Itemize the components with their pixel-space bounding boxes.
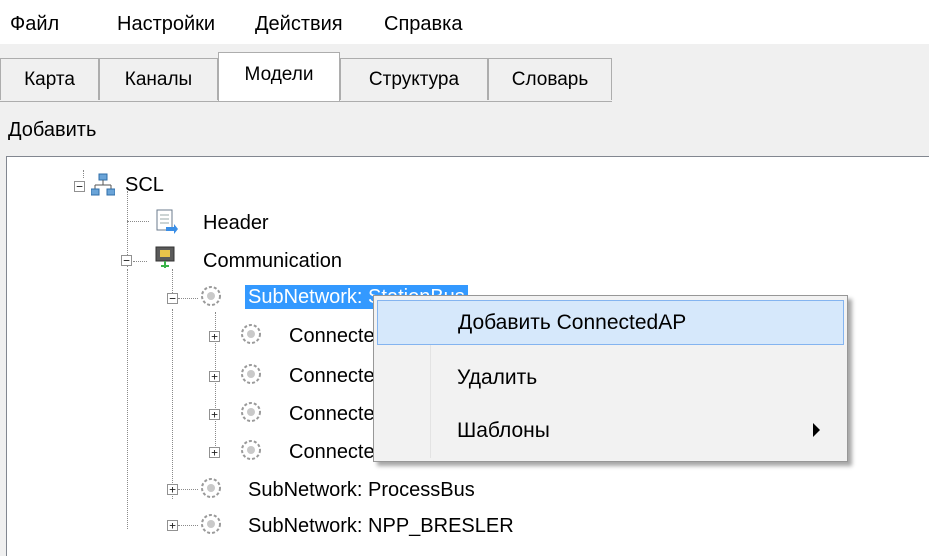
menu-item-label: Добавить ConnectedAP — [458, 311, 687, 334]
subnetwork-icon — [201, 286, 221, 306]
collapse-toggle[interactable]: − — [74, 181, 85, 192]
tree-node-communication[interactable]: Communication — [203, 249, 342, 273]
subnetwork-icon — [241, 364, 261, 384]
tree-connector — [178, 525, 198, 526]
menu-item-label: Шаблоны — [457, 419, 550, 442]
tab-models[interactable]: Модели — [218, 52, 340, 101]
tree-node-scl[interactable]: SCL — [125, 173, 164, 197]
submenu-arrow-icon — [813, 423, 820, 437]
tab-channels[interactable]: Каналы — [99, 58, 218, 100]
menu-file[interactable]: Файл — [10, 12, 59, 36]
menu-help[interactable]: Справка — [384, 12, 462, 36]
tree-connector — [127, 221, 149, 222]
subnetwork-icon — [241, 324, 261, 344]
expand-toggle[interactable]: + — [209, 331, 220, 342]
menu-item-add-connectedap[interactable]: Добавить ConnectedAP — [377, 300, 844, 345]
tree-connector — [172, 309, 173, 499]
tree-connector — [127, 269, 128, 529]
subnetwork-icon — [201, 478, 221, 498]
tab-structure[interactable]: Структура — [340, 58, 488, 100]
tree-node-header[interactable]: Header — [203, 211, 269, 235]
menu-item-label: Удалить — [457, 366, 538, 389]
menu-item-delete[interactable]: Удалить — [377, 356, 844, 401]
network-icon — [91, 173, 115, 196]
toolbar: Добавить — [0, 102, 929, 156]
tab-map[interactable]: Карта — [0, 58, 99, 100]
tab-dictionary[interactable]: Словарь — [488, 58, 612, 100]
expand-toggle[interactable]: + — [209, 409, 220, 420]
ethernet-port-icon — [155, 246, 175, 268]
expand-toggle[interactable]: + — [167, 484, 178, 495]
expand-toggle[interactable]: + — [167, 520, 178, 531]
collapse-toggle[interactable]: − — [121, 255, 132, 266]
document-icon — [156, 209, 178, 234]
tree-connector — [133, 261, 147, 262]
menu-item-templates[interactable]: Шаблоны — [377, 409, 844, 454]
tree-node-subnetwork-processbus[interactable]: SubNetwork: ProcessBus — [248, 478, 475, 502]
subnetwork-icon — [241, 440, 261, 460]
subnetwork-icon — [241, 402, 261, 422]
tree-node-subnetwork-npp-bresler[interactable]: SubNetwork: NPP_BRESLER — [248, 514, 514, 538]
menu-bar: Файл Настройки Действия Справка — [0, 0, 929, 44]
expand-toggle[interactable]: + — [209, 371, 220, 382]
tree-connector — [178, 489, 198, 490]
collapse-toggle[interactable]: − — [167, 293, 178, 304]
tab-strip: Карта Каналы Модели Структура Словарь — [0, 44, 929, 102]
add-button[interactable]: Добавить — [8, 118, 96, 142]
menu-settings[interactable]: Настройки — [117, 12, 215, 36]
tree-connector — [178, 298, 198, 299]
context-menu: Добавить ConnectedAP Удалить Шаблоны — [373, 295, 848, 462]
subnetwork-icon — [201, 514, 221, 534]
tree-connector — [83, 170, 84, 178]
menu-actions[interactable]: Действия — [255, 12, 343, 36]
expand-toggle[interactable]: + — [209, 447, 220, 458]
